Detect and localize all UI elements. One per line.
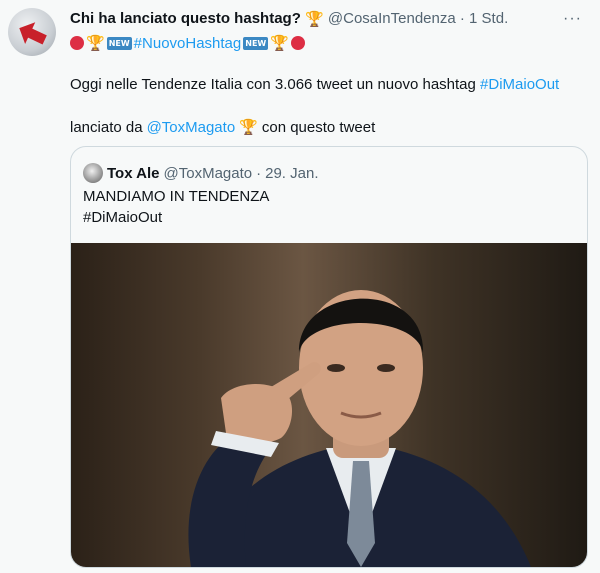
separator-dot: · [459, 10, 465, 27]
tweet-time[interactable]: 1 Std. [469, 10, 508, 27]
trophy-icon: 🏆 [270, 35, 289, 52]
arrow-logo-icon [19, 22, 47, 45]
body-text: Oggi nelle Tendenze Italia con 3.066 twe… [70, 76, 481, 93]
tweet-text-line2: lanciato da @ToxMagato 🏆 con questo twee… [70, 118, 376, 137]
quoted-photo[interactable] [71, 243, 587, 567]
nuovohashtag-link[interactable]: #NuovoHashtag [134, 35, 242, 52]
quoted-author-name[interactable]: Tox Ale [107, 165, 160, 182]
body-text: con questo tweet [261, 118, 376, 136]
man-pointing-photo [188, 290, 531, 567]
tweet-header: Chi ha lanciato questo hashtag? 🏆 @CosaI… [70, 10, 508, 28]
dimaioout-link[interactable]: #DiMaioOut [480, 76, 559, 93]
trophy-icon: 🏆 [86, 35, 105, 52]
hashtag-line: 🏆 NEW #NuovoHashtag NEW 🏆 [70, 34, 305, 52]
body-text: lanciato da [70, 118, 143, 136]
trophy-icon: 🏆 [239, 119, 258, 136]
quoted-tweet[interactable]: Tox Ale @ToxMagato · 29. Jan. MANDIAMO I… [70, 146, 588, 568]
quoted-header: Tox Ale @ToxMagato · 29. Jan. [83, 163, 319, 183]
quoted-handle[interactable]: @ToxMagato [164, 165, 253, 182]
red-circle-icon [290, 36, 305, 50]
trophy-icon: 🏆 [305, 11, 324, 29]
mention-link[interactable]: @ToxMagato [147, 119, 236, 136]
quoted-date[interactable]: 29. Jan. [265, 165, 318, 182]
separator-dot: · [256, 164, 262, 182]
quoted-avatar[interactable] [83, 163, 103, 183]
new-badge-icon: NEW [106, 36, 132, 50]
tweet[interactable]: Chi ha lanciato questo hashtag? 🏆 @CosaI… [0, 0, 600, 573]
red-circle-icon [70, 36, 84, 50]
author-avatar[interactable] [8, 8, 56, 56]
author-handle[interactable]: @CosaInTendenza [328, 10, 456, 27]
new-badge-icon: NEW [243, 36, 269, 50]
more-dots-icon[interactable]: ··· [563, 10, 582, 28]
quoted-text-line1: MANDIAMO IN TENDENZA [83, 188, 270, 205]
tweet-text-line1: Oggi nelle Tendenze Italia con 3.066 twe… [70, 76, 559, 93]
quoted-text-line2[interactable]: #DiMaioOut [83, 209, 162, 226]
author-name[interactable]: Chi ha lanciato questo hashtag? [70, 10, 301, 27]
